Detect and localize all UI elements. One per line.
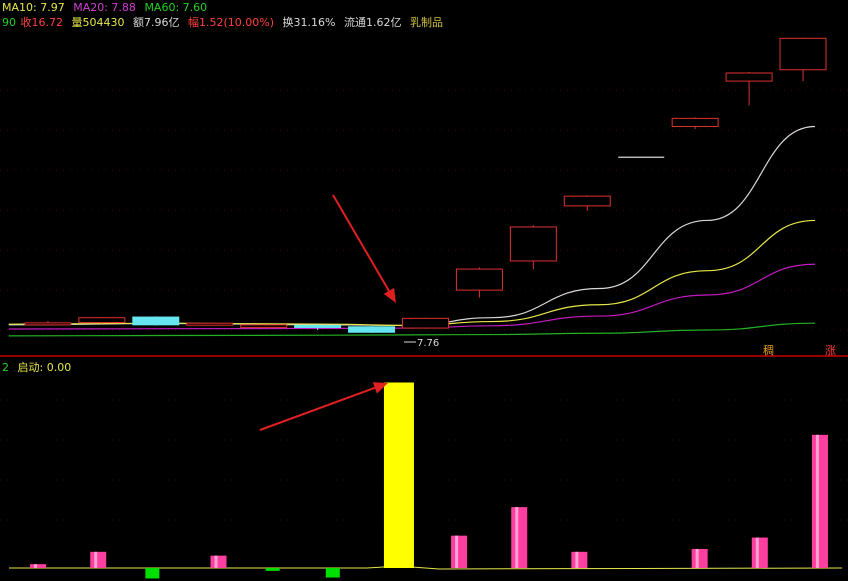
chart-canvas: 7.76 稠 涨	[0, 37, 848, 579]
ma20-line	[8, 219, 816, 327]
start-signal-bar	[383, 382, 414, 568]
candle-body	[186, 322, 234, 326]
indicator-bar-highlight	[695, 548, 699, 568]
indicator-bar-up	[451, 535, 468, 568]
candle-body	[455, 268, 503, 291]
price-change: 幅1.52(10.00%)	[188, 16, 275, 29]
turnover: 换31.16%	[282, 16, 336, 29]
volume: 量504430	[71, 16, 125, 29]
candlesticks	[24, 37, 827, 333]
ma-header: MA10: 7.97 MA20: 7.88 MA60: 7.60	[2, 1, 212, 14]
code-prefix: 90	[2, 16, 16, 29]
indicator-bar-up	[691, 548, 708, 568]
indicator-bar-highlight	[34, 564, 38, 568]
tag-right: 涨	[825, 344, 836, 357]
candle-body	[779, 37, 827, 71]
indicator-bar-down	[145, 568, 160, 579]
indicator-bar-highlight	[815, 434, 819, 568]
indicator-bar-highlight	[515, 507, 519, 568]
low-price-marker: 7.76	[417, 338, 439, 349]
indicator-bar-up	[90, 551, 107, 568]
candle-body	[24, 322, 72, 326]
moving-average-lines	[8, 125, 816, 337]
upper-arrow-shaft	[332, 194, 390, 292]
ma60-label: MA60: 7.60	[144, 1, 208, 14]
ma10-label: MA10: 7.97	[2, 1, 65, 14]
indicator-label: 启动: 0.00	[17, 361, 72, 374]
candle-body	[240, 324, 288, 328]
candle-body	[401, 317, 449, 329]
indicator-header: 2 启动: 0.00	[2, 359, 76, 375]
indicator-bar-down	[325, 568, 340, 578]
candle-body	[294, 324, 342, 328]
ma20-label: MA20: 7.88	[73, 1, 136, 14]
indicator-bar-up	[811, 434, 828, 568]
gridlines	[0, 89, 848, 521]
float-cap: 流通1.62亿	[343, 16, 402, 29]
amount: 额7.96亿	[133, 16, 180, 29]
candle-body	[78, 317, 126, 324]
indicator-bar-up	[751, 537, 768, 568]
candle-body	[563, 195, 611, 207]
indicator-bar-up	[511, 507, 528, 568]
indicator-bar-highlight	[455, 535, 459, 568]
indicator-baseline	[9, 565, 842, 570]
candle-body	[671, 117, 719, 127]
quote-header: 90 收16.72 量504430 额7.96亿 幅1.52(10.00%) 换…	[2, 14, 448, 30]
indicator-bar-highlight	[94, 551, 98, 568]
candle-body	[132, 316, 180, 326]
indicator-bar-down	[265, 568, 280, 571]
tag-left: 稠	[763, 343, 774, 357]
annotation-labels: 7.76 稠 涨	[404, 338, 836, 357]
sector: 乳制品	[409, 16, 443, 29]
annotation-arrows	[259, 194, 396, 431]
indicator-bar-up	[30, 564, 47, 568]
candle-body	[509, 226, 557, 262]
indicator-prefix: 2	[2, 361, 9, 374]
indicator-bar-up	[571, 551, 588, 568]
lower-arrow-shaft	[259, 386, 376, 431]
candle-body	[348, 326, 396, 333]
indicator-bar-highlight	[755, 537, 759, 568]
close-price: 收16.72	[20, 16, 64, 29]
indicator-bar-highlight	[575, 551, 579, 568]
indicator-bar-highlight	[214, 555, 218, 568]
indicator-bar-up	[210, 555, 227, 568]
candle-body	[725, 72, 773, 82]
